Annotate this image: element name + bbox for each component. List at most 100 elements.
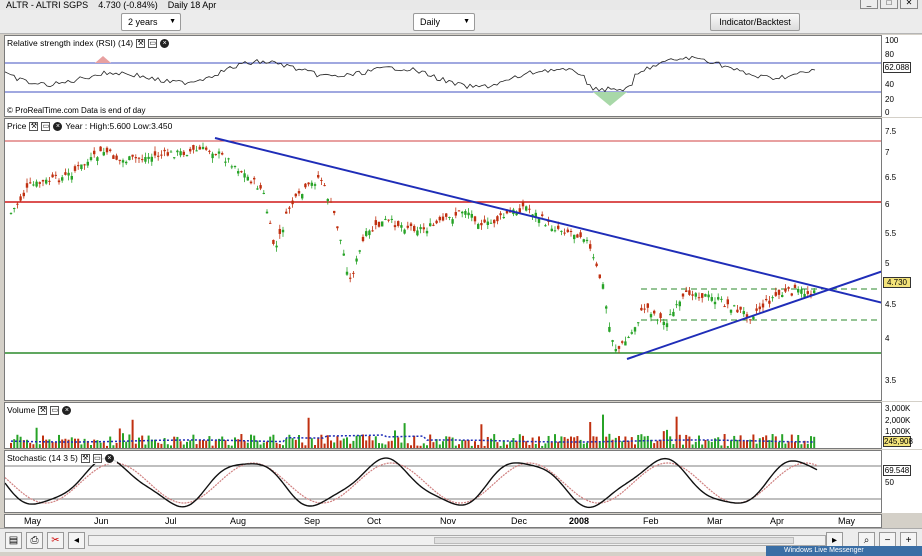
volume-bar bbox=[282, 445, 284, 448]
candle-body bbox=[493, 219, 496, 224]
volume-bar bbox=[429, 434, 432, 448]
candle-body bbox=[38, 182, 41, 184]
candle-body bbox=[131, 154, 134, 157]
window-icon[interactable]: ▭ bbox=[50, 405, 60, 415]
volume-bar bbox=[438, 444, 441, 448]
volume-bar bbox=[173, 436, 176, 448]
candle-body bbox=[192, 145, 195, 150]
candle-body bbox=[464, 211, 467, 215]
volume-bar bbox=[800, 444, 803, 448]
candle-body bbox=[624, 341, 627, 346]
volume-bar bbox=[374, 436, 377, 448]
window-icon[interactable]: ▭ bbox=[92, 453, 102, 463]
candle-body bbox=[640, 307, 643, 311]
close-icon[interactable]: × bbox=[160, 38, 170, 48]
candle-body bbox=[163, 149, 166, 152]
volume-bar bbox=[253, 435, 256, 448]
volume-bar bbox=[51, 441, 54, 448]
candle-body bbox=[611, 340, 614, 342]
candle-body bbox=[605, 306, 608, 309]
volume-bar bbox=[410, 445, 412, 448]
indicator-backtest-button[interactable]: Indicator/Backtest bbox=[710, 13, 800, 31]
rsi-footer: © ProRealTime.com Data is end of day bbox=[7, 106, 146, 115]
volume-bar bbox=[61, 439, 64, 448]
candle-body bbox=[256, 188, 259, 190]
close-button[interactable]: ✕ bbox=[900, 0, 918, 9]
print-icon[interactable]: ⎙ bbox=[26, 532, 43, 549]
candle-body bbox=[297, 191, 301, 194]
taskbar-notification[interactable]: Windows Live Messenger bbox=[766, 546, 922, 556]
volume-bar bbox=[339, 440, 342, 448]
candle-body bbox=[566, 229, 569, 233]
volume-bar bbox=[528, 444, 531, 448]
candle-body bbox=[761, 303, 765, 308]
horizontal-scrollbar[interactable] bbox=[88, 535, 826, 546]
candle-body bbox=[77, 165, 80, 167]
candle-body bbox=[253, 177, 256, 180]
candle-body bbox=[710, 297, 713, 301]
chevron-down-icon: ▼ bbox=[169, 18, 176, 25]
date-label: Mar bbox=[707, 516, 723, 526]
volume-bar bbox=[672, 444, 675, 448]
candle-body bbox=[70, 175, 73, 180]
candle-body bbox=[374, 220, 377, 225]
candle-body bbox=[544, 225, 547, 227]
volume-bar bbox=[160, 443, 163, 448]
wrench-icon[interactable]: ⚒ bbox=[38, 405, 48, 415]
volume-bar bbox=[285, 438, 288, 448]
close-icon[interactable]: × bbox=[53, 121, 63, 131]
document-icon[interactable]: ▤ bbox=[5, 532, 22, 549]
volume-bar bbox=[464, 440, 467, 448]
date-label: 2008 bbox=[569, 516, 590, 526]
price-chart bbox=[5, 137, 881, 360]
wrench-icon[interactable]: ⚒ bbox=[80, 453, 90, 463]
wrench-icon[interactable]: ⚒ bbox=[136, 38, 146, 48]
candle-body bbox=[377, 221, 381, 227]
candle-body bbox=[227, 158, 230, 160]
price-tick: 4.5 bbox=[885, 300, 897, 309]
window-icon[interactable]: ▭ bbox=[148, 38, 158, 48]
candle-body bbox=[630, 332, 633, 334]
candle-body bbox=[294, 193, 297, 197]
candle-body bbox=[349, 277, 352, 279]
candle-body bbox=[739, 306, 742, 310]
volume-title: Volume bbox=[7, 405, 36, 415]
candle-body bbox=[489, 222, 493, 224]
volume-bar bbox=[93, 439, 96, 448]
wrench-icon[interactable]: ⚒ bbox=[29, 121, 39, 131]
maximize-button[interactable]: □ bbox=[880, 0, 898, 9]
close-icon[interactable]: × bbox=[62, 405, 72, 415]
candle-body bbox=[291, 200, 294, 205]
volume-bar bbox=[237, 439, 240, 448]
interval-select[interactable]: Daily ▼ bbox=[413, 13, 475, 31]
price-value-label: 4.730 bbox=[883, 277, 911, 288]
candle-body bbox=[32, 184, 35, 186]
volume-bar bbox=[54, 442, 57, 448]
candle-body bbox=[621, 341, 624, 343]
scrollbar-thumb[interactable] bbox=[434, 537, 794, 544]
volume-bar bbox=[99, 442, 102, 448]
minimize-button[interactable]: _ bbox=[860, 0, 878, 9]
rsi-oversold-area bbox=[593, 92, 627, 106]
window-icon[interactable]: ▭ bbox=[41, 121, 51, 131]
candle-body bbox=[675, 304, 678, 306]
volume-bar bbox=[678, 434, 681, 448]
volume-bar bbox=[211, 445, 214, 448]
rsi-line bbox=[5, 55, 816, 93]
close-icon[interactable]: × bbox=[104, 453, 114, 463]
candle-body bbox=[25, 183, 29, 188]
candle-body bbox=[320, 179, 323, 181]
candle-body bbox=[470, 213, 473, 218]
scissors-icon[interactable]: ✂ bbox=[47, 532, 64, 549]
range-select[interactable]: 2 years ▼ bbox=[121, 13, 181, 31]
volume-bar bbox=[205, 440, 208, 448]
scroll-left-icon[interactable]: ◂ bbox=[68, 532, 85, 549]
volume-bar bbox=[371, 440, 374, 448]
volume-bar bbox=[346, 437, 348, 448]
volume-bar bbox=[509, 441, 512, 448]
volume-bar bbox=[147, 435, 150, 448]
candle-body bbox=[105, 147, 109, 153]
stochastic-chart bbox=[5, 457, 881, 509]
candle-body bbox=[333, 210, 336, 214]
price-axis: 7.5 7 6.5 6 5.5 5 4.5 4 3.5 4.730 bbox=[882, 118, 922, 401]
